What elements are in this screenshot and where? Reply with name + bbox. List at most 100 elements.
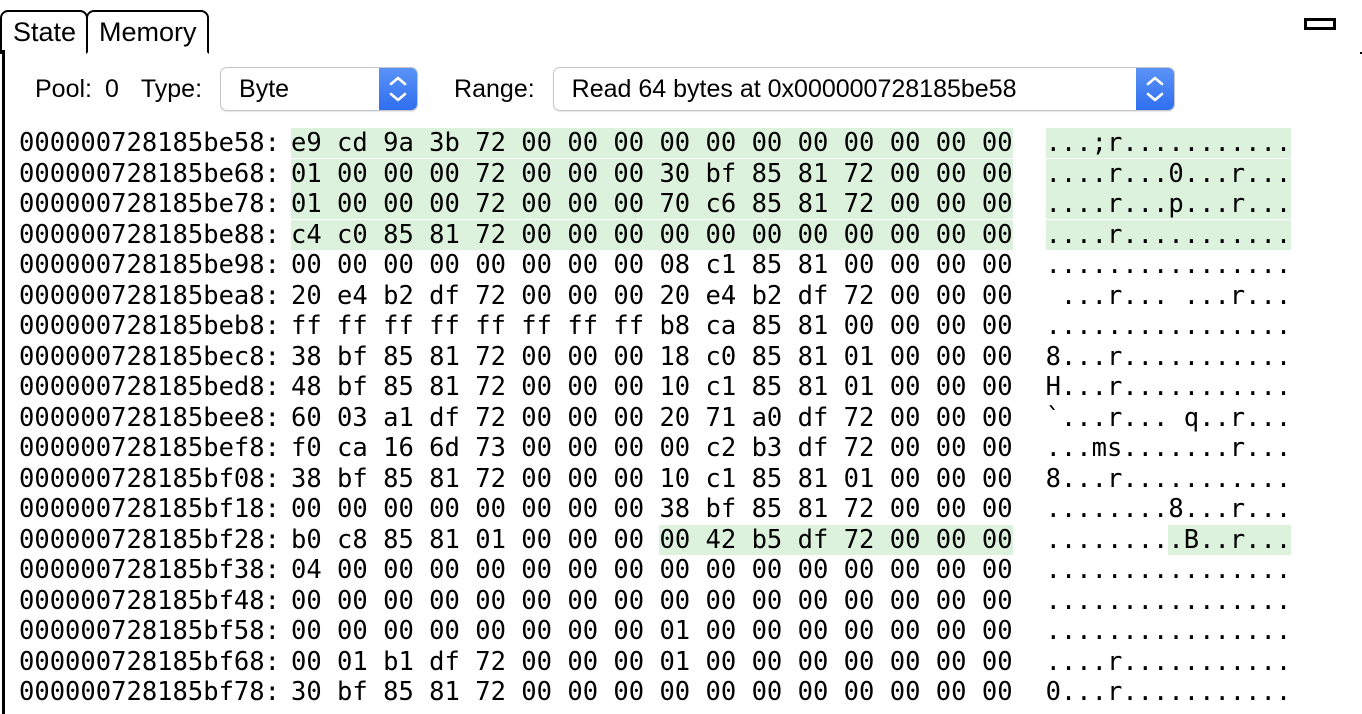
hex-row[interactable]: 000000728185bf18: 00 00 00 00 00 00 00 00… — [19, 494, 1360, 525]
hex-row[interactable]: 000000728185be68: 01 00 00 00 72 00 00 00… — [19, 158, 1360, 190]
hex-row[interactable]: 000000728185be98: 00 00 00 00 00 00 00 00… — [19, 250, 1360, 281]
hex-row-ascii: ................ — [1045, 250, 1292, 280]
hex-bytes-plain: b0 c8 85 81 01 00 00 00 — [291, 524, 660, 555]
hex-row-address: 000000728185bea8: — [19, 280, 280, 311]
hex-row[interactable]: 000000728185beb8: ff ff ff ff ff ff ff ff… — [19, 311, 1360, 342]
range-select[interactable]: Read 64 bytes at 0x000000728185be58 — [552, 67, 1175, 111]
memory-viewer-window: State Memory Pool: 0 Type: Byte Range: R… — [0, 0, 1362, 714]
hex-row-ascii: `...r... q..r... — [1045, 402, 1292, 433]
hex-row-ascii: ................ — [1045, 585, 1292, 616]
hex-row-bytes: ff ff ff ff ff ff ff ff b8 ca 85 81 00 0… — [291, 311, 1013, 341]
hex-row-address: 000000728185bec8: — [19, 341, 280, 372]
ascii-highlighted: ....r...p...r... — [1045, 189, 1292, 219]
hex-row-bytes: 04 00 00 00 00 00 00 00 00 00 00 00 00 0… — [291, 555, 1013, 585]
hex-row-ascii: ....r........... — [1045, 646, 1292, 677]
hex-row-ascii: ....r...0...r... — [1045, 158, 1292, 190]
ascii-highlighted: .B..r... — [1168, 524, 1292, 555]
hex-row-ascii: ...;r........... — [1045, 128, 1292, 159]
hex-row-bytes: 00 00 00 00 00 00 00 00 01 00 00 00 00 0… — [291, 616, 1013, 646]
hex-row-ascii: 8...r........... — [1045, 341, 1292, 372]
hex-row-ascii: ................ — [1045, 555, 1292, 585]
hex-row[interactable]: 000000728185bf08: 38 bf 85 81 72 00 00 00… — [19, 464, 1360, 495]
hex-row-address: 000000728185be78: — [19, 189, 280, 219]
ascii-highlighted: ....r........... — [1045, 219, 1292, 250]
hex-row[interactable]: 000000728185bf68: 00 01 b1 df 72 00 00 00… — [19, 647, 1360, 678]
hex-row-address: 000000728185bf28: — [19, 524, 280, 555]
hex-row-ascii: H...r........... — [1045, 372, 1292, 402]
hex-row-bytes: 48 bf 85 81 72 00 00 00 10 c1 85 81 01 0… — [291, 372, 1013, 402]
hex-row-bytes: 00 00 00 00 00 00 00 00 38 bf 85 81 72 0… — [291, 494, 1013, 524]
window-controls — [1300, 12, 1340, 36]
hex-row-address: 000000728185bee8: — [19, 402, 280, 433]
hex-row-address: 000000728185beb8: — [19, 311, 280, 341]
tab-strip-filler — [206, 10, 1362, 54]
hex-row[interactable]: 000000728185bf48: 00 00 00 00 00 00 00 00… — [19, 586, 1360, 617]
hex-row[interactable]: 000000728185be58: e9 cd 9a 3b 72 00 00 00… — [19, 128, 1360, 159]
hex-bytes-highlighted: e9 cd 9a 3b 72 00 00 00 00 00 00 00 00 0… — [291, 128, 1013, 158]
hex-row-address: 000000728185bf18: — [19, 494, 280, 524]
hex-row-address: 000000728185be98: — [19, 250, 280, 280]
range-stepper-icon[interactable] — [1135, 68, 1174, 110]
hex-row-bytes: 00 00 00 00 00 00 00 00 00 00 00 00 00 0… — [291, 585, 1013, 616]
hex-row-address: 000000728185bf78: — [19, 677, 280, 707]
pool-label: Pool: — [35, 74, 92, 103]
hex-dump[interactable]: 000000728185be58: e9 cd 9a 3b 72 00 00 00… — [5, 128, 1360, 708]
hex-row[interactable]: 000000728185bf38: 04 00 00 00 00 00 00 00… — [19, 555, 1360, 586]
hex-row-bytes: 30 bf 85 81 72 00 00 00 00 00 00 00 00 0… — [291, 677, 1013, 707]
hex-row-address: 000000728185bed8: — [19, 372, 280, 402]
hex-row[interactable]: 000000728185bed8: 48 bf 85 81 72 00 00 00… — [19, 372, 1360, 403]
ascii-highlighted: ...;r........... — [1045, 128, 1292, 158]
hex-row-address: 000000728185bef8: — [19, 433, 280, 463]
hex-row-bytes: 60 03 a1 df 72 00 00 00 20 71 a0 df 72 0… — [291, 402, 1013, 433]
tab-state[interactable]: State — [0, 10, 89, 54]
pool-value: 0 — [104, 74, 119, 103]
hex-row-ascii: ...r... ...r... — [1045, 280, 1292, 311]
hex-row-address: 000000728185bf48: — [19, 585, 280, 616]
hex-row[interactable]: 000000728185bf28: b0 c8 85 81 01 00 00 00… — [19, 524, 1360, 556]
hex-row-ascii: ...ms.......r... — [1045, 433, 1292, 463]
type-stepper-icon[interactable] — [379, 68, 418, 110]
hex-row[interactable]: 000000728185bef8: f0 ca 16 6d 73 00 00 00… — [19, 433, 1360, 464]
range-label: Range: — [454, 74, 535, 103]
hex-bytes-highlighted: 00 42 b5 df 72 00 00 00 — [659, 524, 1013, 555]
hex-row-address: 000000728185be58: — [19, 128, 280, 158]
hex-row[interactable]: 000000728185bea8: 20 e4 b2 df 72 00 00 00… — [19, 281, 1360, 312]
hex-row-ascii: ........8...r... — [1045, 494, 1292, 524]
hex-row[interactable]: 000000728185bf58: 00 00 00 00 00 00 00 00… — [19, 616, 1360, 647]
hex-row[interactable]: 000000728185be88: c4 c0 85 81 72 00 00 00… — [19, 219, 1360, 251]
hex-row-ascii: 8...r........... — [1045, 463, 1292, 494]
hex-row-ascii: ....r...p...r... — [1045, 189, 1292, 220]
hex-row[interactable]: 000000728185bee8: 60 03 a1 df 72 00 00 00… — [19, 403, 1360, 434]
tab-memory-label: Memory — [99, 16, 197, 47]
hex-row-bytes: e9 cd 9a 3b 72 00 00 00 00 00 00 00 00 0… — [280, 128, 1013, 159]
hex-row-ascii: ....r........... — [1045, 219, 1292, 251]
hex-row-bytes: b0 c8 85 81 01 00 00 00 00 42 b5 df 72 0… — [280, 524, 1013, 556]
hex-row-address: 000000728185be68: — [19, 158, 280, 189]
hex-row-bytes: 20 e4 b2 df 72 00 00 00 20 e4 b2 df 72 0… — [291, 280, 1013, 311]
hex-row[interactable]: 000000728185bf78: 30 bf 85 81 72 00 00 00… — [19, 677, 1360, 708]
hex-row-bytes: 00 01 b1 df 72 00 00 00 01 00 00 00 00 0… — [291, 646, 1013, 677]
ascii-plain: ........ — [1045, 524, 1169, 555]
tab-strip: State Memory — [0, 6, 1362, 54]
range-select-value: Read 64 bytes at 0x000000728185be58 — [571, 74, 1017, 103]
tab-state-label: State — [13, 16, 77, 47]
hex-bytes-highlighted: 01 00 00 00 72 00 00 00 70 c6 85 81 72 0… — [291, 189, 1013, 219]
tab-memory[interactable]: Memory — [86, 10, 209, 54]
type-label: Type: — [140, 74, 203, 103]
ascii-highlighted: ....r...0...r... — [1045, 158, 1292, 189]
hex-row-ascii: ................ — [1045, 616, 1292, 646]
hex-row-bytes: 38 bf 85 81 72 00 00 00 10 c1 85 81 01 0… — [291, 463, 1013, 494]
memory-pane: Pool: 0 Type: Byte Range: Read 64 bytes … — [2, 50, 1360, 714]
hex-row[interactable]: 000000728185be78: 01 00 00 00 72 00 00 00… — [19, 189, 1360, 220]
hex-row-bytes: 00 00 00 00 00 00 00 00 08 c1 85 81 00 0… — [291, 250, 1013, 280]
type-select[interactable]: Byte — [220, 67, 419, 111]
hex-row-ascii: .........B..r... — [1045, 524, 1292, 556]
memory-toolbar: Pool: 0 Type: Byte Range: Read 64 bytes … — [5, 50, 1360, 128]
hex-row-bytes: 01 00 00 00 72 00 00 00 70 c6 85 81 72 0… — [280, 189, 1013, 220]
hex-row-ascii: 0...r........... — [1045, 677, 1292, 707]
hex-bytes-highlighted: c4 c0 85 81 72 00 00 00 00 00 00 00 00 0… — [291, 219, 1013, 250]
hex-row[interactable]: 000000728185bec8: 38 bf 85 81 72 00 00 00… — [19, 342, 1360, 373]
minimize-icon[interactable] — [1304, 18, 1336, 30]
type-select-value: Byte — [239, 74, 290, 103]
hex-bytes-highlighted: 01 00 00 00 72 00 00 00 30 bf 85 81 72 0… — [291, 158, 1013, 189]
